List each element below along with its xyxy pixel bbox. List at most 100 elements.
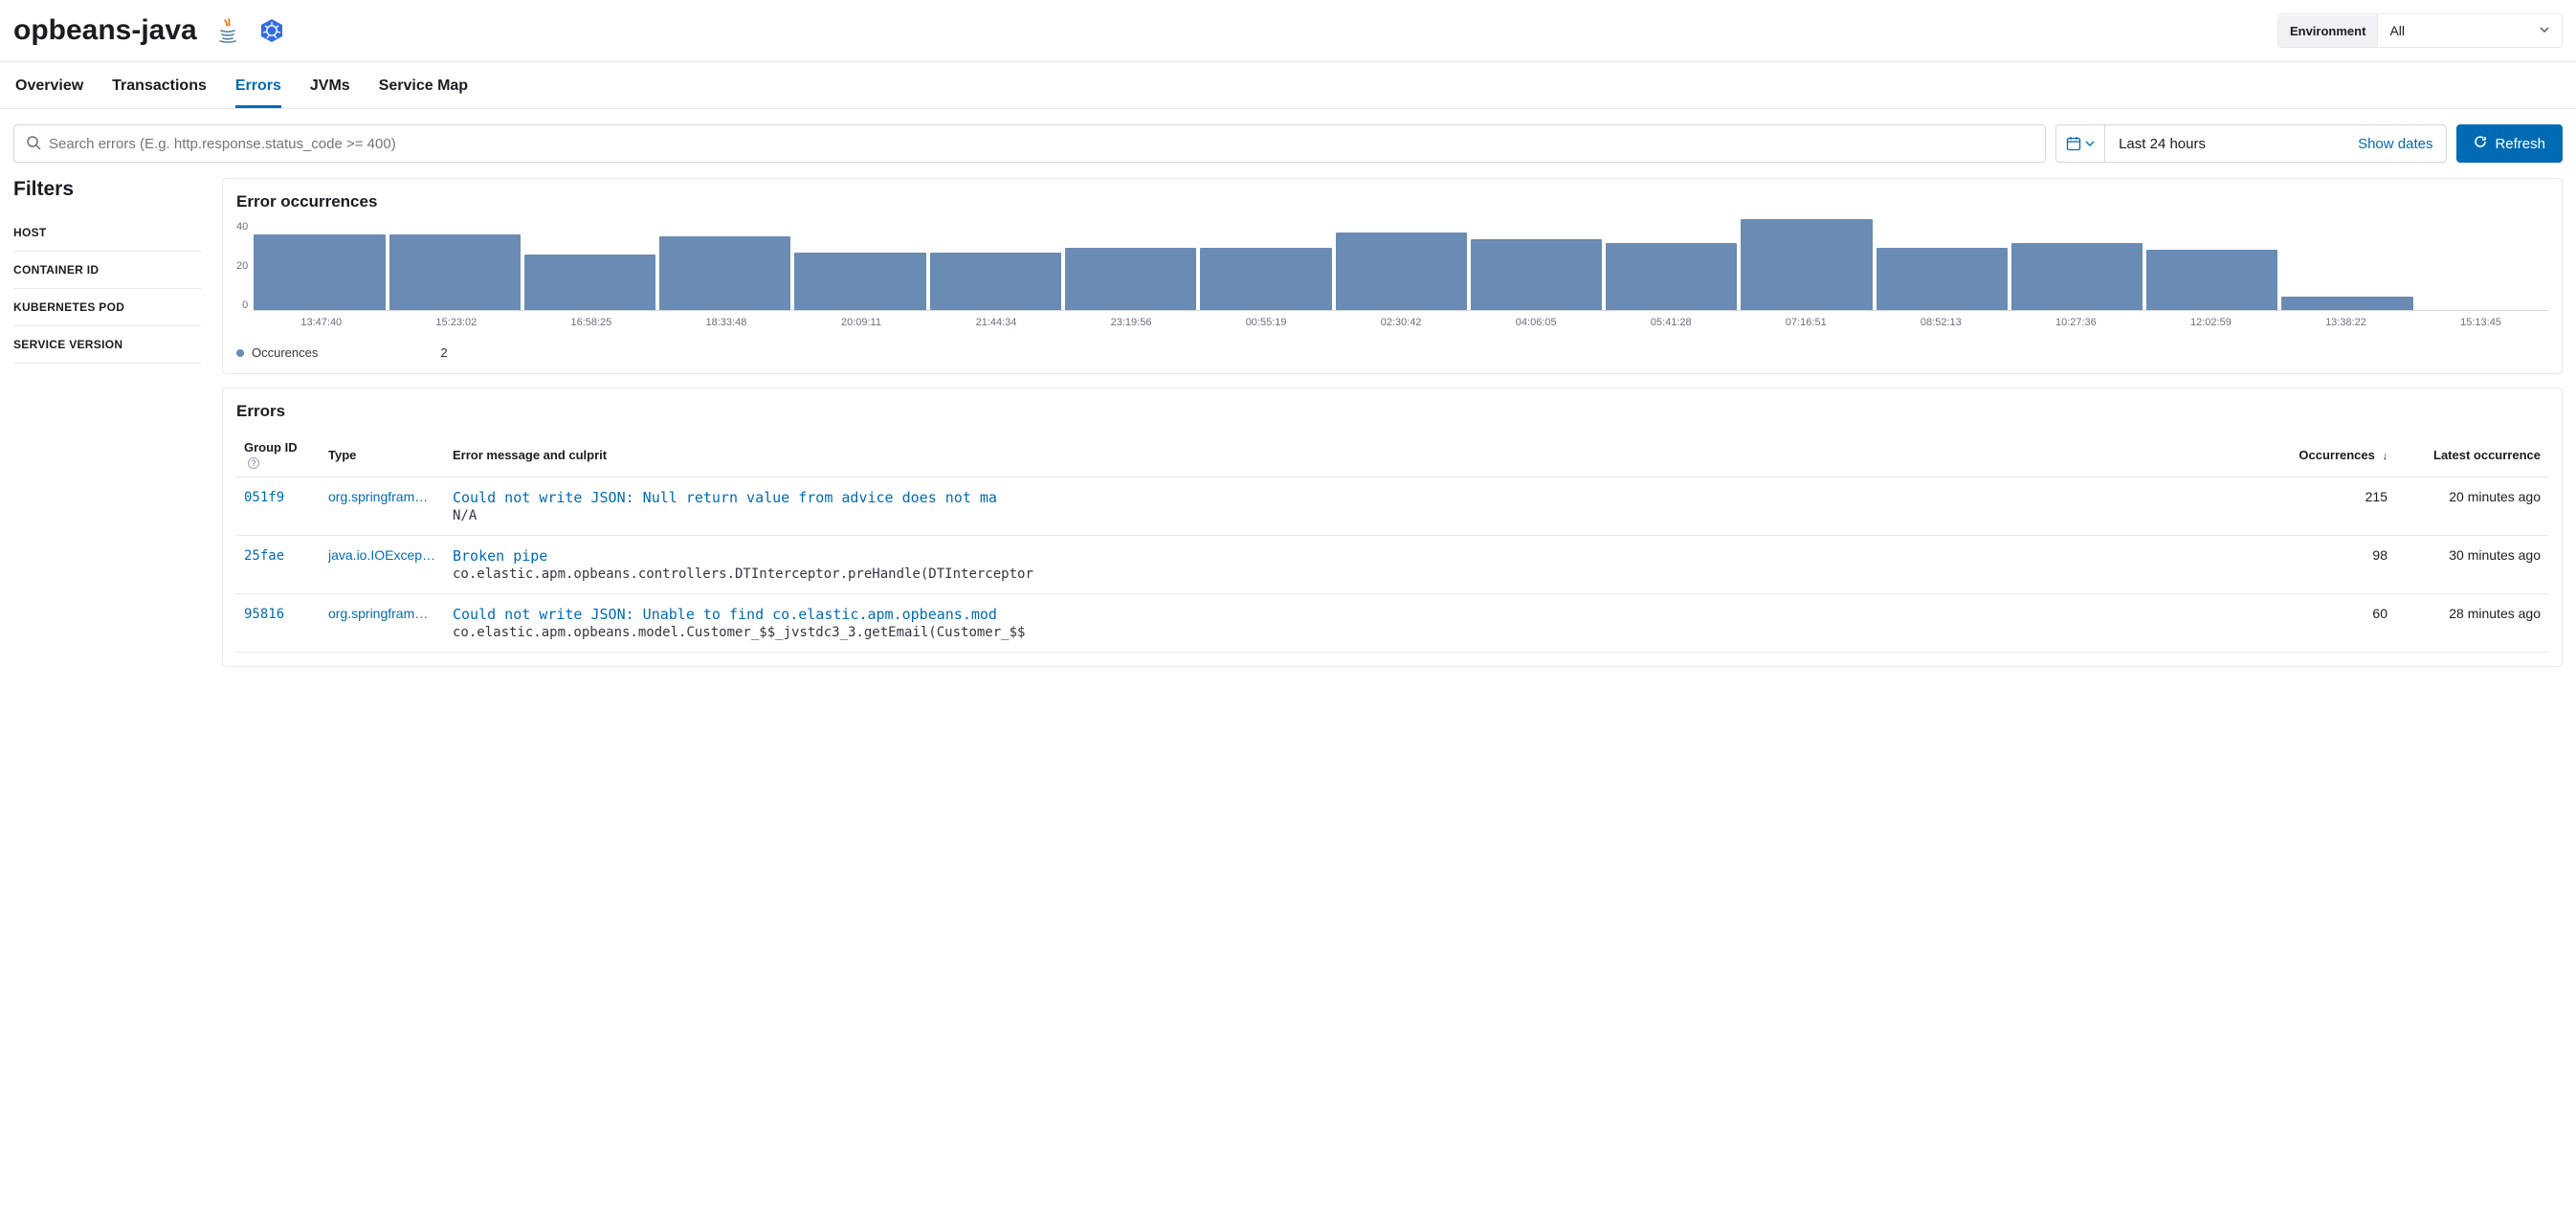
chart-bar: [389, 234, 521, 310]
x-tick: 04:06:05: [1469, 317, 1604, 328]
y-tick: 20: [236, 260, 248, 272]
chart-bar: [1336, 233, 1467, 310]
page-title: opbeans-java: [13, 14, 197, 47]
environment-label: Environment: [2278, 15, 2378, 47]
x-tick: 18:33:48: [658, 317, 793, 328]
date-picker[interactable]: Last 24 hours Show dates: [2055, 124, 2447, 163]
col-header-message[interactable]: Error message and culprit: [445, 431, 2271, 477]
latest-occurrence-value: 30 minutes ago: [2395, 536, 2548, 594]
tab-overview[interactable]: Overview: [15, 62, 83, 108]
error-type-link[interactable]: java.io.IOExcep…: [328, 547, 437, 563]
tab-jvms[interactable]: JVMs: [310, 62, 350, 108]
y-tick: 40: [236, 221, 248, 233]
chart-x-axis: 13:47:4015:23:0216:58:2518:33:4820:09:11…: [254, 317, 2548, 328]
error-culprit: N/A: [453, 508, 2263, 523]
chart-bar: [1200, 248, 1331, 310]
table-row: 95816 org.springfram… Could not write JSON…: [236, 594, 2548, 653]
java-icon: [214, 17, 241, 44]
filter-container-id[interactable]: CONTAINER ID: [13, 252, 201, 289]
filter-kubernetes-pod[interactable]: KUBERNETES POD: [13, 289, 201, 326]
x-tick: 21:44:34: [928, 317, 1063, 328]
error-message-link[interactable]: Could not write JSON: Unable to find co.…: [453, 606, 2263, 623]
chart-bar: [794, 253, 925, 310]
tab-errors[interactable]: Errors: [235, 62, 281, 108]
error-culprit: co.elastic.apm.opbeans.model.Customer_$$…: [453, 625, 2263, 640]
chart-bar: [254, 234, 385, 310]
environment-selector[interactable]: Environment All: [2277, 13, 2563, 48]
error-culprit: co.elastic.apm.opbeans.controllers.DTInt…: [453, 566, 2263, 582]
x-tick: 13:38:22: [2278, 317, 2413, 328]
table-row: 25fae java.io.IOExcep… Broken pipeco.elast…: [236, 536, 2548, 594]
x-tick: 00:55:19: [1199, 317, 1334, 328]
table-row: 051f9 org.springfram… Could not write JSON…: [236, 477, 2548, 536]
occurrences-value: 60: [2271, 594, 2395, 653]
error-message-link[interactable]: Broken pipe: [453, 547, 2263, 565]
page-header: opbeans-java: [0, 0, 2576, 62]
errors-title: Errors: [236, 402, 2548, 421]
errors-panel: Errors Group ID ? Type Error message and…: [222, 388, 2563, 667]
refresh-label: Refresh: [2495, 136, 2545, 152]
x-tick: 23:19:56: [1064, 317, 1199, 328]
col-header-group-id[interactable]: Group ID ?: [236, 431, 321, 477]
chart-bar: [524, 255, 655, 310]
filters-sidebar: Filters HOSTCONTAINER IDKUBERNETES PODSE…: [13, 178, 201, 667]
refresh-button[interactable]: Refresh: [2456, 124, 2563, 163]
x-tick: 13:47:40: [254, 317, 389, 328]
search-input[interactable]: [49, 136, 2033, 152]
legend-dot-icon: [236, 349, 244, 357]
x-tick: 16:58:25: [523, 317, 658, 328]
environment-value: All: [2389, 23, 2405, 38]
refresh-icon: [2474, 135, 2487, 152]
search-icon: [26, 135, 41, 153]
x-tick: 15:13:45: [2413, 317, 2548, 328]
legend-series-value: 2: [440, 345, 447, 360]
y-tick: 0: [242, 300, 248, 311]
chart-bar: [2146, 250, 2277, 310]
filter-host[interactable]: HOST: [13, 214, 201, 252]
filter-service-version[interactable]: SERVICE VERSION: [13, 326, 201, 364]
chart-bar: [930, 253, 1061, 310]
group-id-link[interactable]: 95816: [244, 607, 284, 622]
tab-service-map[interactable]: Service Map: [379, 62, 468, 108]
error-type-link[interactable]: org.springfram…: [328, 606, 437, 621]
show-dates-link[interactable]: Show dates: [2344, 136, 2446, 152]
x-tick: 10:27:36: [2009, 317, 2143, 328]
search-input-wrapper: [13, 124, 2046, 163]
help-icon[interactable]: ?: [248, 457, 259, 469]
chart-y-axis: 40 20 0: [236, 221, 254, 311]
errors-table: Group ID ? Type Error message and culpri…: [236, 431, 2548, 653]
chart-bars: [254, 221, 2548, 311]
filters-title: Filters: [13, 178, 201, 201]
x-tick: 08:52:13: [1874, 317, 2009, 328]
chevron-down-icon: [2539, 23, 2550, 38]
chart-bar: [659, 236, 790, 310]
error-occurrences-panel: Error occurrences 40 20 0 13:47:4015:23:02…: [222, 178, 2563, 374]
sort-desc-icon: ↓: [2383, 451, 2388, 462]
chart-bar: [1065, 248, 1196, 310]
chart-bar: [1606, 243, 1737, 310]
date-range-label: Last 24 hours: [2105, 125, 2344, 162]
chart-bar: [1471, 239, 1602, 310]
group-id-link[interactable]: 25fae: [244, 548, 284, 564]
occurrences-value: 98: [2271, 536, 2395, 594]
error-message-link[interactable]: Could not write JSON: Null return value …: [453, 489, 2263, 506]
tab-transactions[interactable]: Transactions: [112, 62, 207, 108]
chart-bar: [1741, 219, 1872, 310]
occurrences-value: 215: [2271, 477, 2395, 536]
col-header-occurrences[interactable]: Occurrences ↓: [2271, 431, 2395, 477]
chart-bar: [2281, 297, 2412, 310]
x-tick: 02:30:42: [1334, 317, 1469, 328]
chart-legend: Occurences 2: [236, 345, 2548, 360]
toolbar: Last 24 hours Show dates Refresh: [0, 109, 2576, 178]
legend-series-label: Occurences: [252, 345, 318, 360]
latest-occurrence-value: 20 minutes ago: [2395, 477, 2548, 536]
col-header-type[interactable]: Type: [321, 431, 445, 477]
x-tick: 07:16:51: [1739, 317, 1874, 328]
x-tick: 15:23:02: [389, 317, 523, 328]
group-id-link[interactable]: 051f9: [244, 490, 284, 505]
col-header-latest[interactable]: Latest occurrence: [2395, 431, 2548, 477]
calendar-icon[interactable]: [2056, 125, 2105, 162]
error-type-link[interactable]: org.springfram…: [328, 489, 437, 504]
chart-bar: [2011, 243, 2143, 310]
chart-title: Error occurrences: [236, 192, 2548, 211]
